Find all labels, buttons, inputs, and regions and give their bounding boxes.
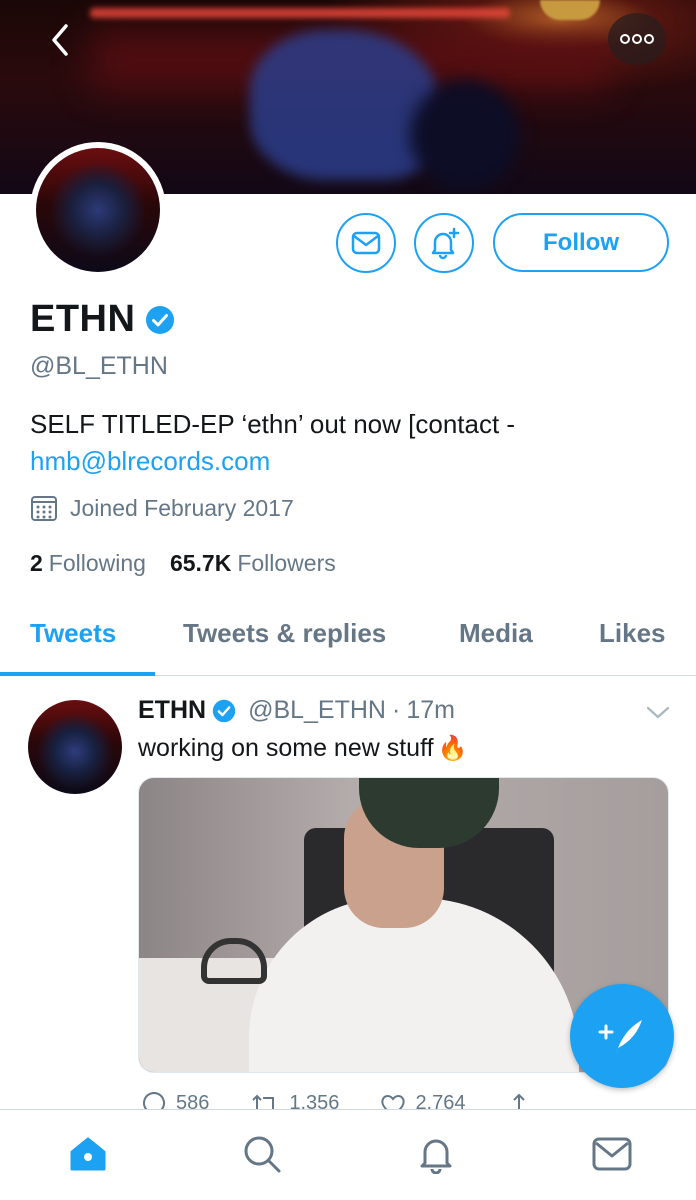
tab-tweets[interactable]: Tweets (30, 618, 116, 649)
more-options-button[interactable] (608, 13, 666, 65)
verified-badge-icon (212, 699, 236, 722)
tweet-text: working on some new stuff 🔥 (138, 734, 467, 763)
bottom-navigation (0, 1109, 696, 1200)
mail-icon (351, 231, 381, 255)
banner-lamp (540, 0, 600, 20)
chevron-down-icon (646, 706, 670, 719)
profile-tabs: Tweets Tweets & replies Media Likes (0, 598, 696, 676)
tweet-header: ETHN @BL_ETHN · 17m (138, 696, 455, 725)
back-button[interactable] (42, 22, 78, 58)
bell-plus-icon (431, 227, 460, 260)
nav-messages[interactable] (590, 1132, 634, 1176)
profile-stats: 2 Following 65.7K Followers (30, 550, 336, 577)
banner-figure (250, 30, 440, 180)
tweet-avatar[interactable] (28, 700, 122, 794)
nav-home[interactable] (66, 1132, 110, 1176)
tweet-separator: · (391, 696, 401, 724)
joined-text: Joined February 2017 (70, 494, 294, 521)
follow-button[interactable]: Follow (493, 213, 669, 272)
followers-stat[interactable]: 65.7K Followers (170, 550, 336, 577)
profile-avatar-image (36, 148, 160, 272)
following-stat[interactable]: 2 Following (30, 550, 146, 577)
tweet-body: working on some new stuff (138, 734, 434, 762)
compose-tweet-icon (598, 1020, 642, 1054)
bio-text: SELF TITLED-EP ‘ethn’ out now [contact - (30, 409, 516, 439)
followers-label: Followers (237, 550, 336, 576)
chevron-left-icon (52, 24, 68, 56)
followers-count: 65.7K (169, 550, 232, 576)
tab-tweets-replies[interactable]: Tweets & replies (183, 618, 386, 649)
verified-badge-icon (146, 305, 175, 334)
more-horizontal-icon (620, 34, 654, 44)
active-tab-indicator (0, 672, 155, 676)
following-label: Following (48, 550, 146, 576)
tab-media[interactable]: Media (459, 618, 533, 649)
home-icon (70, 1137, 106, 1171)
tab-likes[interactable]: Likes (599, 618, 666, 649)
tweet-timestamp: 17m (406, 696, 455, 724)
fire-emoji: 🔥 (437, 735, 468, 762)
following-count: 2 (30, 550, 43, 576)
profile-handle: @BL_ETHN (30, 352, 168, 380)
nav-search[interactable] (240, 1132, 284, 1176)
joined-date: Joined February 2017 (30, 494, 294, 522)
banner-figure-shadow (410, 80, 520, 190)
profile-bio: SELF TITLED-EP ‘ethn’ out now [contact -… (30, 406, 670, 480)
media-headphones (201, 938, 267, 984)
profile-name: ETHN (30, 298, 136, 340)
search-icon (244, 1136, 281, 1173)
profile-name-row: ETHN (30, 298, 175, 341)
bio-email-link[interactable]: hmb@blrecords.com (30, 443, 670, 480)
banner-neon-light (90, 8, 510, 18)
nav-notifications[interactable] (414, 1132, 458, 1176)
notifications-toggle-button[interactable] (414, 213, 474, 273)
message-button[interactable] (336, 213, 396, 273)
compose-tweet-button[interactable] (570, 984, 674, 1088)
calendar-icon (31, 496, 57, 521)
bell-icon (420, 1139, 452, 1174)
mail-icon (592, 1137, 632, 1171)
profile-avatar[interactable] (30, 142, 166, 278)
tweet-author-handle: @BL_ETHN (248, 696, 386, 724)
tweet-author-name[interactable]: ETHN (138, 696, 206, 725)
tweet-menu-button[interactable] (644, 702, 672, 722)
